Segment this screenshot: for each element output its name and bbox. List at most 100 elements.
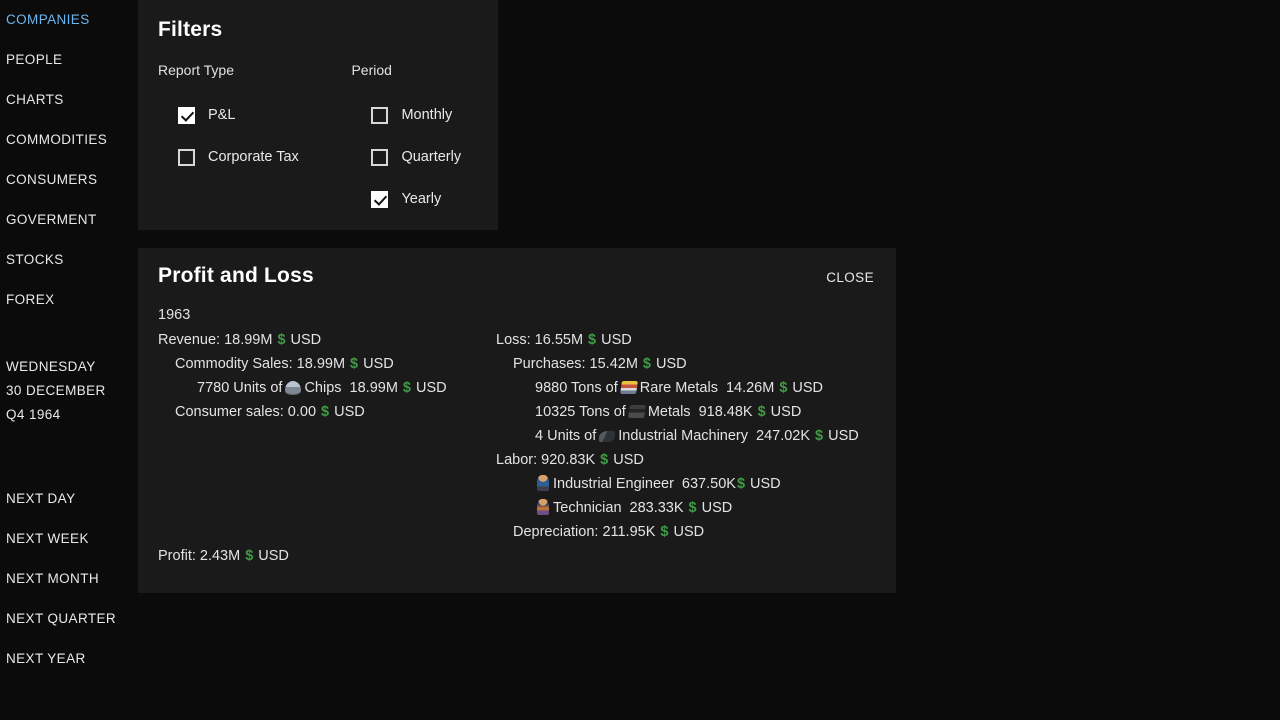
consumer-sales-currency: USD xyxy=(334,404,365,420)
industrial-machinery-currency: USD xyxy=(828,428,859,444)
filters-panel: Filters Report Type P&L Corporate Tax Pe… xyxy=(138,0,498,230)
purchase-item-rare-metals-row: 9880 Tons ofRare Metals14.26M$USD xyxy=(496,376,876,400)
technician-amount: 283.33K xyxy=(630,500,684,516)
chips-quantity: 7780 Units of xyxy=(197,380,282,396)
sidebar-item-goverment[interactable]: GOVERMENT xyxy=(6,200,138,240)
labor-currency: USD xyxy=(613,452,644,468)
metals-name: Metals xyxy=(648,404,691,420)
industrial-machinery-amount: 247.02K xyxy=(756,428,810,444)
metals-amount: 918.48K xyxy=(699,404,753,420)
dollar-banknote-icon: $ xyxy=(736,476,746,492)
sidebar-item-people[interactable]: PEOPLE xyxy=(6,40,138,80)
rare-metals-name: Rare Metals xyxy=(640,380,718,396)
checkbox-yearly-label: Yearly xyxy=(401,191,441,207)
sidebar-item-consumers[interactable]: CONSUMERS xyxy=(6,160,138,200)
period-heading: Period xyxy=(351,62,478,78)
filter-group-period: Period Monthly Quarterly Yearly xyxy=(351,62,478,220)
checkbox-monthly[interactable] xyxy=(371,107,388,124)
sidebar-item-companies[interactable]: COMPANIES xyxy=(6,0,138,40)
next-week-button[interactable]: NEXT WEEK xyxy=(6,519,138,559)
dollar-banknote-icon: $ xyxy=(402,380,412,396)
dollar-banknote-icon: $ xyxy=(642,356,652,372)
chips-icon xyxy=(285,381,301,394)
dollar-banknote-icon: $ xyxy=(244,548,254,564)
consumer-sales-label: Consumer sales: xyxy=(175,404,284,420)
checkbox-quarterly-label: Quarterly xyxy=(401,149,461,165)
profit-and-loss-panel: Profit and Loss CLOSE 1963 Revenue:18.99… xyxy=(138,248,896,593)
purchases-label: Purchases: xyxy=(513,356,586,372)
depreciation-amount: 211.95K xyxy=(602,524,655,540)
rare-metals-amount: 14.26M xyxy=(726,380,774,396)
close-report-button[interactable]: CLOSE xyxy=(826,270,876,285)
industrial-engineer-name: Industrial Engineer xyxy=(553,476,674,492)
filter-group-report-type: Report Type P&L Corporate Tax xyxy=(158,62,351,220)
purchases-currency: USD xyxy=(656,356,687,372)
sidebar-nav-top: COMPANIES PEOPLE CHARTS COMMODITIES CONS… xyxy=(6,0,138,320)
checkbox-yearly[interactable] xyxy=(371,191,388,208)
labor-label: Labor: xyxy=(496,452,537,468)
labor-item-technician-row: Technician283.33K$USD xyxy=(496,496,876,520)
labor-row: Labor:920.83K$USD xyxy=(496,448,876,472)
checkbox-row-yearly[interactable]: Yearly xyxy=(351,178,478,220)
dollar-banknote-icon: $ xyxy=(814,428,824,444)
dollar-banknote-icon: $ xyxy=(659,524,669,540)
checkbox-pnl-label: P&L xyxy=(208,107,235,123)
date-day-month: 30 DECEMBER xyxy=(6,379,138,403)
report-year: 1963 xyxy=(158,307,876,323)
checkbox-row-corporate-tax[interactable]: Corporate Tax xyxy=(158,136,351,178)
report-type-heading: Report Type xyxy=(158,62,351,78)
purchase-item-metals-row: 10325 Tons ofMetals918.48K$USD xyxy=(496,400,876,424)
checkbox-row-quarterly[interactable]: Quarterly xyxy=(351,136,478,178)
next-day-button[interactable]: NEXT DAY xyxy=(6,479,138,519)
dollar-banknote-icon: $ xyxy=(320,404,330,420)
labor-amount: 920.83K xyxy=(541,452,595,468)
technician-icon xyxy=(537,499,549,515)
date-weekday: WEDNESDAY xyxy=(6,355,138,379)
checkbox-row-pnl[interactable]: P&L xyxy=(158,94,351,136)
chips-currency: USD xyxy=(416,380,447,396)
dollar-banknote-icon: $ xyxy=(757,404,767,420)
checkbox-pnl[interactable] xyxy=(178,107,195,124)
purchase-item-industrial-machinery-row: 4 Units of Industrial Machinery 247.02K$US… xyxy=(496,424,876,448)
loss-label: Loss: xyxy=(496,332,531,348)
rare-metals-icon xyxy=(620,381,638,394)
revenue-amount: 18.99M xyxy=(224,332,272,348)
checkbox-row-monthly[interactable]: Monthly xyxy=(351,94,478,136)
next-year-button[interactable]: NEXT YEAR xyxy=(6,639,138,679)
industrial-machinery-name: Industrial Machinery xyxy=(618,428,748,444)
checkbox-monthly-label: Monthly xyxy=(401,107,452,123)
next-quarter-button[interactable]: NEXT QUARTER xyxy=(6,599,138,639)
chips-name: Chips xyxy=(304,380,341,396)
sidebar-item-stocks[interactable]: STOCKS xyxy=(6,240,138,280)
revenue-label: Revenue: xyxy=(158,332,220,348)
chips-amount: 18.99M xyxy=(350,380,398,396)
sidebar-item-commodities[interactable]: COMMODITIES xyxy=(6,120,138,160)
app-root: COMPANIES PEOPLE CHARTS COMMODITIES CONS… xyxy=(0,0,1280,720)
commodity-sales-currency: USD xyxy=(363,356,394,372)
sidebar: COMPANIES PEOPLE CHARTS COMMODITIES CONS… xyxy=(0,0,138,720)
checkbox-corporate-tax[interactable] xyxy=(178,149,195,166)
commodity-sales-row: Commodity Sales:18.99M$USD xyxy=(158,352,496,376)
consumer-sales-row: Consumer sales:0.00$USD xyxy=(158,400,496,424)
loss-amount: 16.55M xyxy=(535,332,583,348)
industrial-engineer-amount: 637.50K xyxy=(682,476,736,492)
checkbox-corporate-tax-label: Corporate Tax xyxy=(208,149,299,165)
sidebar-item-charts[interactable]: CHARTS xyxy=(6,80,138,120)
next-month-button[interactable]: NEXT MONTH xyxy=(6,559,138,599)
industrial-machinery-quantity: 4 Units of xyxy=(535,428,596,444)
dollar-banknote-icon: $ xyxy=(688,500,698,516)
purchases-row: Purchases:15.42M$USD xyxy=(496,352,876,376)
checkbox-quarterly[interactable] xyxy=(371,149,388,166)
revenue-row: Revenue:18.99M$USD xyxy=(158,328,496,352)
commodity-item-chips-row: 7780 Units of Chips 18.99M$USD xyxy=(158,376,496,400)
consumer-sales-amount: 0.00 xyxy=(288,404,316,420)
industrial-engineer-icon xyxy=(537,475,549,491)
technician-name: Technician xyxy=(553,500,622,516)
sidebar-item-forex[interactable]: FOREX xyxy=(6,280,138,320)
depreciation-row: Depreciation:211.95K$USD xyxy=(496,520,876,544)
dollar-banknote-icon: $ xyxy=(587,332,597,348)
loss-row: Loss:16.55M$USD xyxy=(496,328,876,352)
dollar-banknote-icon: $ xyxy=(276,332,286,348)
sidebar-nav-time-controls: NEXT DAY NEXT WEEK NEXT MONTH NEXT QUART… xyxy=(6,479,138,679)
rare-metals-quantity: 9880 Tons of xyxy=(535,380,618,396)
